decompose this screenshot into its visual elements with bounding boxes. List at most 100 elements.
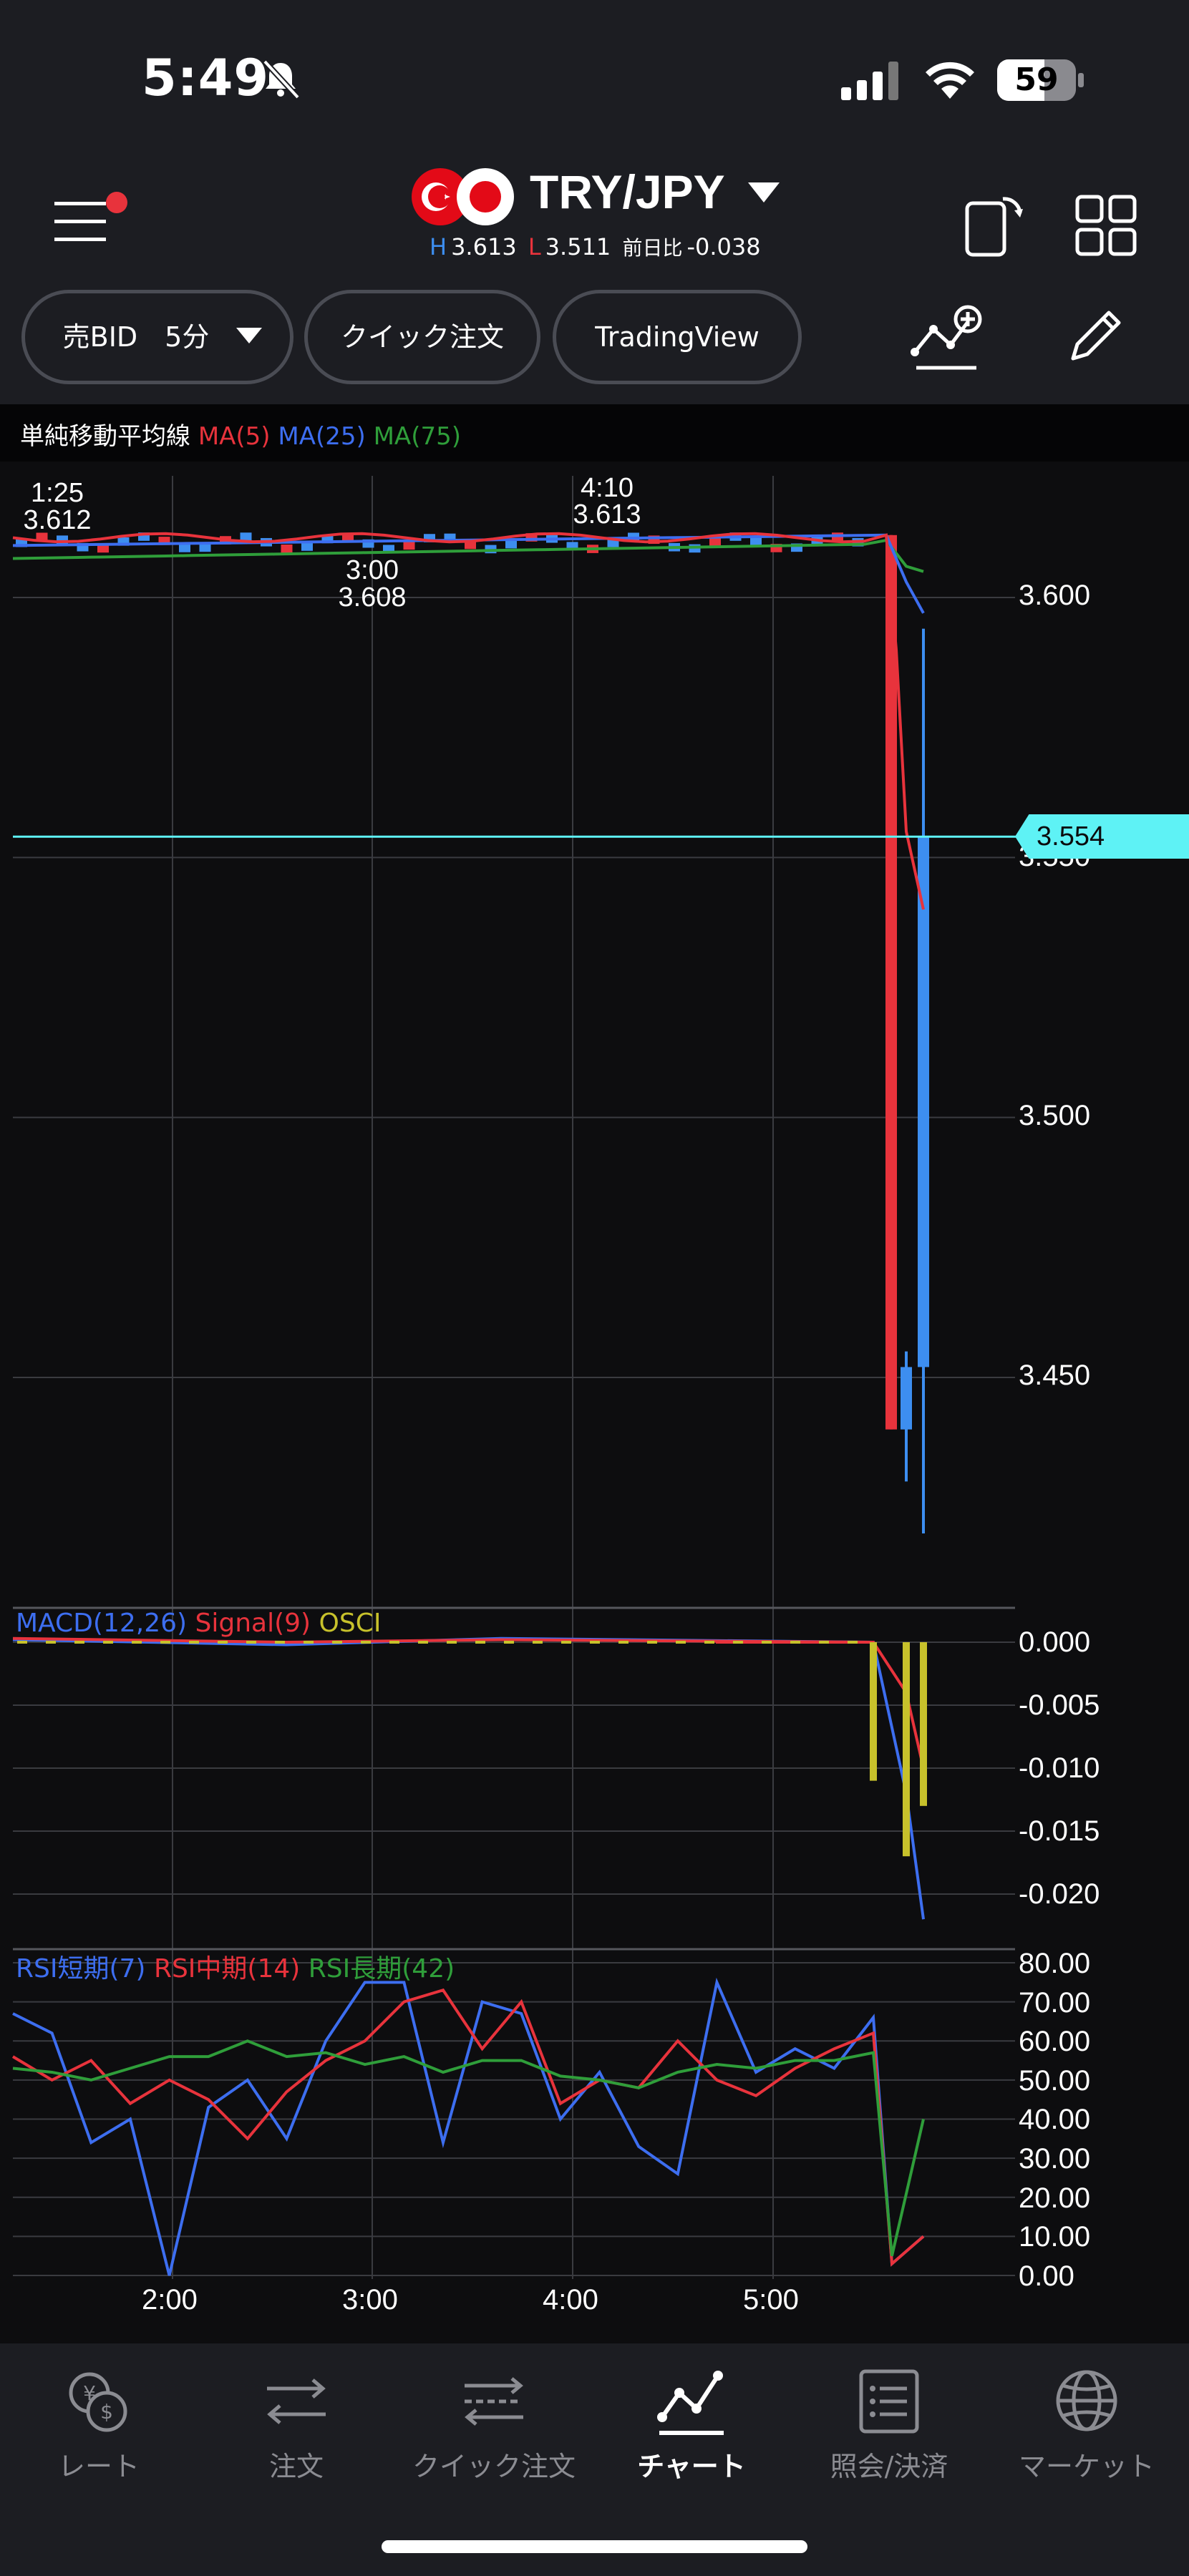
candle — [301, 542, 313, 551]
candle — [179, 544, 190, 552]
signal-label: Signal(9) — [195, 1609, 311, 1638]
globe-icon — [1056, 2370, 1117, 2431]
macd-tick: -0.020 — [1019, 1878, 1100, 1910]
osci-bar — [103, 1641, 113, 1644]
hilo-time: 1:25 — [31, 478, 84, 508]
nav-quick-order[interactable]: クイック注文 — [395, 2361, 593, 2484]
nav-chart[interactable]: チャート — [593, 2361, 790, 2484]
price-tick: 3.600 — [1019, 580, 1091, 611]
osci-bar — [17, 1641, 27, 1644]
macd-tick: -0.005 — [1019, 1689, 1100, 1721]
price-series — [12, 532, 1016, 1533]
macd-label: MACD(12,26) — [16, 1609, 188, 1638]
quick-order-icon — [465, 2377, 523, 2426]
osci-bar — [704, 1641, 714, 1644]
price-tick: 3.500 — [1019, 1100, 1091, 1131]
time-tick: 2:00 — [142, 2284, 198, 2316]
osci-bar — [903, 1642, 910, 1857]
nav-inquiry[interactable]: 照会/決済 — [790, 2361, 988, 2484]
japan-flag-sun — [470, 181, 501, 213]
ma-legend: 単純移動平均線 MA(5) MA(25) MA(75) — [20, 416, 461, 452]
status-time: 5:49 — [142, 49, 270, 107]
rsi-tick: 40.00 — [1019, 2104, 1091, 2135]
candle — [281, 544, 293, 553]
macd-tick: -0.010 — [1019, 1752, 1100, 1784]
osci-bar — [74, 1641, 84, 1644]
change-label: 前日比 — [622, 236, 683, 260]
candle — [505, 540, 517, 549]
time-tick: 4:00 — [543, 2284, 598, 2316]
candle — [199, 543, 211, 552]
macd-tick: -0.015 — [1019, 1815, 1100, 1847]
rsi-mid-line — [11, 1988, 925, 2267]
nav-label: 注文 — [268, 2451, 324, 2482]
osci-bar — [647, 1641, 657, 1644]
candle — [709, 537, 721, 546]
rsi-tick: 60.00 — [1019, 2026, 1091, 2057]
osci-bar — [46, 1641, 56, 1644]
time-tick: 3:00 — [342, 2284, 398, 2316]
currency-pair-title[interactable]: TRY/JPY — [530, 165, 725, 219]
hilo-price: 3.612 — [23, 505, 92, 535]
rsi-tick: 50.00 — [1019, 2065, 1091, 2097]
rotate-screen-icon[interactable] — [963, 193, 1027, 258]
tradingview-button[interactable]: TradingView — [553, 290, 802, 384]
ma5-line — [12, 532, 925, 910]
hilo-price: 3.613 — [573, 499, 641, 530]
osci-bar — [418, 1641, 428, 1644]
inquiry-icon — [859, 2369, 919, 2434]
time-tick: 5:00 — [743, 2284, 799, 2316]
quick-order-button[interactable]: クイック注文 — [304, 290, 540, 384]
layout-grid-icon[interactable] — [1074, 193, 1138, 258]
change-value: -0.038 — [686, 233, 761, 260]
osci-bar — [361, 1641, 371, 1644]
osci-bar — [389, 1641, 399, 1644]
ma5-label: MA(5) — [198, 422, 271, 451]
price-tick: 3.450 — [1019, 1360, 1091, 1391]
osci-bar — [132, 1641, 142, 1644]
pencil-icon[interactable] — [1063, 304, 1127, 369]
ma-legend-title: 単純移動平均線 — [20, 422, 190, 451]
rsi-mid-label: RSI中期(14) — [153, 1954, 301, 1984]
candle — [901, 1367, 912, 1430]
rate-icon: ¥ $ — [69, 2372, 127, 2432]
rsi-tick: 70.00 — [1019, 1987, 1091, 2019]
wifi-icon — [926, 62, 974, 99]
osci-bar — [676, 1641, 686, 1644]
macd-series — [12, 1636, 927, 1920]
macd-line — [716, 1641, 925, 1920]
low-label: L — [528, 233, 541, 260]
chevron-down-icon[interactable] — [236, 328, 262, 343]
add-indicator-icon[interactable] — [909, 301, 988, 372]
osci-bar — [218, 1641, 228, 1644]
nav-order[interactable]: 注文 — [198, 2361, 395, 2484]
osci-bar — [848, 1641, 858, 1644]
nav-label: チャート — [637, 2451, 746, 2482]
osci-bar — [475, 1641, 485, 1644]
pair-dropdown-icon[interactable] — [748, 182, 780, 203]
osci-label: OSCI — [319, 1609, 382, 1638]
rsi-tick: 10.00 — [1019, 2221, 1091, 2253]
osci-bar — [561, 1641, 571, 1644]
bell-muted-icon — [263, 59, 300, 99]
hilo-price: 3.608 — [338, 582, 407, 613]
nav-market[interactable]: マーケット — [988, 2361, 1185, 2484]
candle — [918, 836, 929, 1367]
osci-bar — [160, 1641, 170, 1644]
osci-bar — [733, 1641, 743, 1644]
ma75-label: MA(75) — [373, 422, 461, 451]
hilo-time: 4:10 — [581, 473, 634, 503]
home-indicator — [382, 2540, 807, 2553]
nav-label: レート — [57, 2451, 140, 2482]
rsi-long-label: RSI長期(42) — [308, 1954, 455, 1984]
rsi-tick: 0.00 — [1019, 2260, 1074, 2292]
osci-bar — [246, 1641, 256, 1644]
cellular-signal-icon — [841, 62, 898, 100]
price-chart[interactable] — [0, 462, 1189, 2343]
osci-bar — [304, 1641, 314, 1644]
osci-bar — [533, 1641, 543, 1644]
order-icon — [267, 2379, 326, 2424]
nav-rate[interactable]: ¥ $ レート — [0, 2361, 198, 2484]
high-value: 3.613 — [451, 233, 517, 260]
osci-bar — [819, 1641, 829, 1644]
